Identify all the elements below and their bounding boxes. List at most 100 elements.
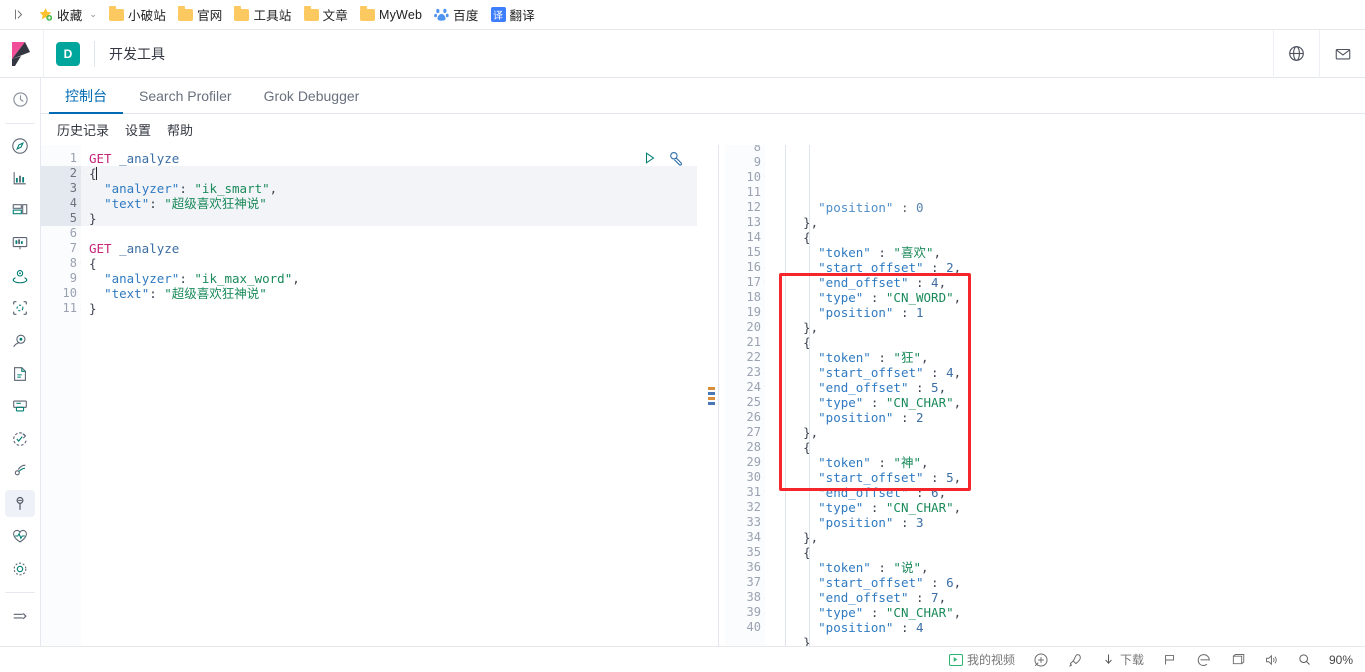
sidebar-item-machine-learning[interactable] [5, 295, 35, 322]
code-line[interactable]: "token" : "神", [773, 455, 1365, 470]
zoom-level[interactable]: 90% [1321, 653, 1355, 667]
sidebar-item-discover[interactable] [5, 132, 35, 159]
code-line[interactable]: { [773, 230, 1365, 245]
sidebar-item-apm[interactable] [5, 393, 35, 420]
sidebar-item-management[interactable] [5, 556, 35, 583]
request-editor[interactable]: 12▾345▴678▾91011▴ GET _analyze{ "analyze… [41, 145, 697, 646]
sidebar-item-dev-tools[interactable] [5, 490, 35, 517]
bookmark-item-fanyi[interactable]: 译 翻译 [485, 2, 541, 27]
code-line[interactable]: "type" : "CN_CHAR", [773, 605, 1365, 620]
sidebar-item-visualize[interactable] [5, 165, 35, 192]
code-line[interactable]: "position" : 1 [773, 305, 1365, 320]
code-line[interactable]: GET _analyze [89, 241, 697, 256]
code-line[interactable]: { [773, 335, 1365, 350]
response-editor[interactable]: 89▴10▾111213141516▴17▾181920212223▴24▾25… [725, 145, 1365, 646]
code-line[interactable]: "end_offset" : 6, [773, 485, 1365, 500]
code-line[interactable]: "text": "超级喜欢狂神说" [81, 196, 697, 211]
code-line[interactable]: "position" : 0 [773, 200, 1365, 215]
response-editor-pane[interactable]: 89▴10▾111213141516▴17▾181920212223▴24▾25… [725, 145, 1365, 646]
status-volume[interactable] [1254, 647, 1288, 672]
code-line[interactable]: "start_offset" : 4, [773, 365, 1365, 380]
code-line[interactable]: "position" : 4 [773, 620, 1365, 635]
code-line[interactable]: "end_offset" : 4, [773, 275, 1365, 290]
code-line[interactable]: "end_offset" : 5, [773, 380, 1365, 395]
mail-icon[interactable] [1319, 29, 1365, 78]
status-download[interactable]: 下载 [1092, 647, 1153, 672]
line-number: 16▴ [725, 260, 769, 275]
sidebar-item-dashboard[interactable] [5, 198, 35, 225]
status-window[interactable] [1221, 647, 1254, 672]
code-line[interactable]: }, [773, 425, 1365, 440]
sidebar-item-uptime[interactable] [5, 425, 35, 452]
code-line[interactable]: "start_offset" : 6, [773, 575, 1365, 590]
code-line[interactable]: "analyzer": "ik_smart", [81, 181, 697, 196]
bookmark-expand-icon[interactable] [6, 3, 32, 27]
code-line[interactable]: "text": "超级喜欢狂神说" [89, 286, 697, 301]
code-line[interactable]: } [773, 635, 1365, 646]
code-line[interactable] [89, 226, 697, 241]
status-my-video[interactable]: 我的视频 [940, 647, 1024, 672]
bookmark-item-gongjuzhan[interactable]: 工具站 [228, 2, 297, 27]
code-line[interactable]: "type" : "CN_WORD", [773, 290, 1365, 305]
code-line[interactable]: "position" : 3 [773, 515, 1365, 530]
subtab-history[interactable]: 历史记录 [57, 120, 109, 139]
sidebar-item-infrastructure[interactable] [5, 328, 35, 355]
splitter-grip[interactable] [707, 386, 715, 405]
tab-grok-debugger[interactable]: Grok Debugger [248, 78, 376, 113]
code-line[interactable]: }, [773, 530, 1365, 545]
code-line[interactable]: { [773, 440, 1365, 455]
wrench-icon[interactable] [667, 149, 685, 167]
code-line[interactable]: "token" : "狂", [773, 350, 1365, 365]
code-token: : [863, 290, 886, 305]
code-line[interactable]: "start_offset" : 5, [773, 470, 1365, 485]
line-number: 31▾ [725, 485, 769, 500]
play-icon[interactable] [641, 149, 659, 167]
sidebar-item-logs[interactable] [5, 360, 35, 387]
code-line[interactable]: } [89, 301, 697, 316]
sidebar-item-monitoring[interactable] [5, 523, 35, 550]
code-line[interactable]: }, [773, 215, 1365, 230]
chevron-down-icon[interactable]: ⌄ [89, 9, 97, 20]
tab-console[interactable]: 控制台 [49, 78, 123, 114]
request-code[interactable]: GET _analyze{ "analyzer": "ik_smart", "t… [81, 145, 697, 646]
code-line[interactable]: "position" : 2 [773, 410, 1365, 425]
kibana-logo-cell[interactable] [0, 29, 44, 78]
bookmark-item-wenzhang[interactable]: 文章 [298, 2, 354, 27]
bookmark-item-guanwang[interactable]: 官网 [172, 2, 228, 27]
status-add-circle[interactable] [1024, 647, 1058, 672]
status-rocket[interactable] [1058, 647, 1092, 672]
globe-icon[interactable] [1273, 29, 1319, 78]
bookmark-item-xiaopozhan[interactable]: 小破站 [103, 2, 172, 27]
code-line[interactable]: "end_offset" : 7, [773, 590, 1365, 605]
space-badge[interactable]: D [56, 41, 80, 66]
tab-search-profiler[interactable]: Search Profiler [123, 78, 248, 113]
code-line[interactable]: "token" : "说", [773, 560, 1365, 575]
code-line[interactable]: "start_offset" : 2, [773, 260, 1365, 275]
request-editor-pane[interactable]: 12▾345▴678▾91011▴ GET _analyze{ "analyze… [41, 145, 697, 646]
code-line[interactable]: }, [773, 320, 1365, 335]
code-line[interactable]: GET _analyze [89, 151, 697, 166]
subtab-help[interactable]: 帮助 [167, 120, 193, 139]
bookmark-item-myweb[interactable]: MyWeb [354, 5, 428, 25]
code-line[interactable]: { [773, 545, 1365, 560]
pane-splitter[interactable] [697, 145, 725, 646]
code-line[interactable]: "type" : "CN_CHAR", [773, 395, 1365, 410]
sidebar-item-siem[interactable] [5, 458, 35, 485]
code-line[interactable]: "token" : "喜欢", [773, 245, 1365, 260]
code-line[interactable]: "analyzer": "ik_max_word", [89, 271, 697, 286]
status-flag[interactable] [1153, 647, 1187, 672]
code-line[interactable]: } [81, 211, 697, 226]
collapse-nav-icon[interactable] [5, 602, 35, 632]
status-edge[interactable] [1187, 647, 1221, 672]
sidebar-item-maps[interactable] [5, 263, 35, 290]
sidebar-item-canvas[interactable] [5, 230, 35, 257]
status-search[interactable] [1288, 647, 1321, 672]
code-line[interactable]: { [89, 256, 697, 271]
code-line[interactable]: { [81, 166, 697, 181]
sidebar-item-recently-viewed[interactable] [5, 86, 35, 113]
subtab-settings[interactable]: 设置 [125, 120, 151, 139]
bookmark-item-baidu[interactable]: 百度 [428, 2, 484, 27]
bookmark-item-favorites[interactable]: 收藏 ⌄ [32, 2, 103, 27]
response-code[interactable]: "position" : 0 }, { "token" : "喜欢", "sta… [765, 145, 1365, 646]
code-line[interactable]: "type" : "CN_CHAR", [773, 500, 1365, 515]
